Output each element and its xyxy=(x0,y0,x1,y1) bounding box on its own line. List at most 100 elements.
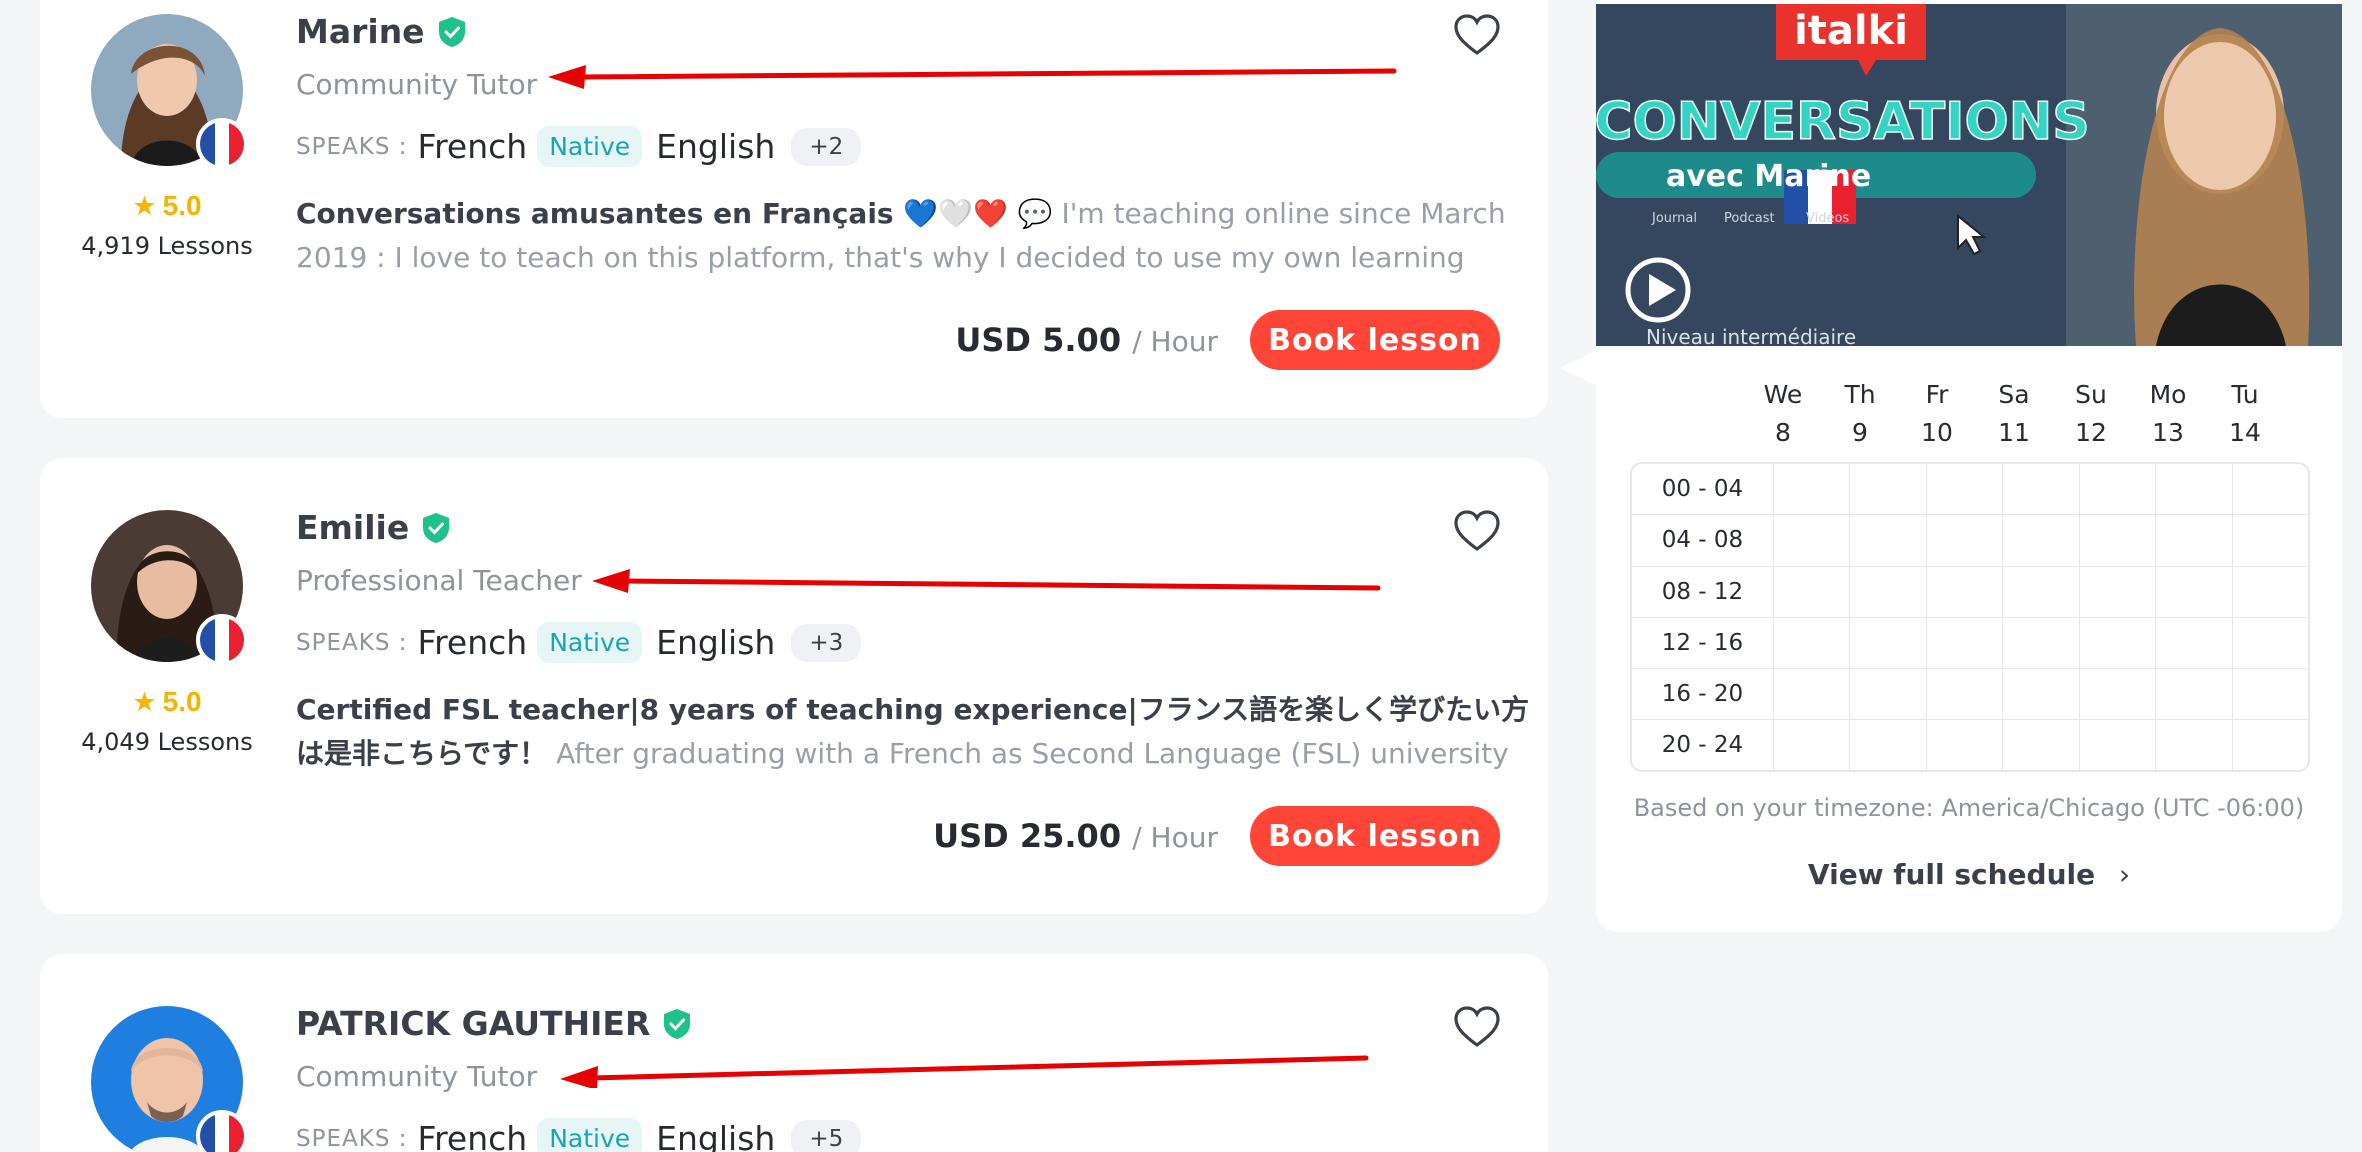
availability-cell[interactable] xyxy=(2002,515,2078,566)
favorite-heart-icon[interactable] xyxy=(1454,1006,1500,1048)
chevron-right-icon: › xyxy=(2118,858,2131,891)
video-subtitle: avec Marine xyxy=(1666,159,1871,194)
intro-video[interactable]: italki CONVERSATIONS avec Marine Journal… xyxy=(1596,4,2342,346)
native-badge: Native xyxy=(537,622,643,663)
availability-cell[interactable] xyxy=(1925,515,2002,566)
tutor-card-patrick[interactable]: PATRICK GAUTHIER Community Tutor SPEAKS … xyxy=(40,954,1548,1152)
availability-cell[interactable] xyxy=(2231,566,2308,617)
availability-cell[interactable] xyxy=(2002,464,2078,515)
availability-cell[interactable] xyxy=(2231,617,2308,669)
red-arrow-annotation xyxy=(592,569,1381,593)
availability-cell[interactable] xyxy=(1925,464,2002,515)
tutor-card-emilie[interactable]: ★ 5.0 4,049 Lessons Emilie Professional T… xyxy=(40,458,1548,914)
availability-cell[interactable] xyxy=(1925,566,2002,617)
availability-cell[interactable] xyxy=(1772,515,1849,566)
availability-cell[interactable] xyxy=(2078,515,2155,566)
time-slot-label: 16 - 20 xyxy=(1661,681,1744,708)
availability-cell[interactable] xyxy=(2155,515,2231,566)
availability-cell[interactable] xyxy=(1849,566,1925,617)
availability-cell[interactable] xyxy=(2002,720,2078,770)
availability-cell[interactable] xyxy=(2078,669,2155,720)
availability-cell[interactable] xyxy=(1925,617,2002,669)
time-slot-label: 08 - 12 xyxy=(1661,578,1744,605)
time-slot-row: 12 - 16 xyxy=(1632,617,2308,670)
availability-cell[interactable] xyxy=(1772,720,1849,770)
tutor-card-marine[interactable]: ★ 5.0 4,919 Lessons Marine Community Tuto… xyxy=(40,0,1548,418)
verified-badge-icon xyxy=(438,16,465,47)
video-tag-journal: Journal xyxy=(1651,211,1697,226)
day-header: We 8 xyxy=(1763,380,1803,447)
availability-cell[interactable] xyxy=(2078,617,2155,669)
availability-cell[interactable] xyxy=(1925,720,2002,770)
availability-cell[interactable] xyxy=(1849,669,1925,720)
time-slot-label: 04 - 08 xyxy=(1661,527,1744,554)
availability-cell[interactable] xyxy=(1849,617,1925,669)
speaks-label: SPEAKS : xyxy=(296,1125,408,1152)
availability-cell[interactable] xyxy=(2002,617,2078,669)
availability-cell[interactable] xyxy=(2155,720,2231,770)
tutor-name[interactable]: Emilie xyxy=(296,508,409,547)
day-header: Fr 10 xyxy=(1921,380,1953,447)
tutor-role: Community Tutor xyxy=(296,1060,538,1093)
more-languages-chip[interactable]: +5 xyxy=(791,1119,862,1152)
time-slot-row: 16 - 20 xyxy=(1632,669,2308,721)
video-title: CONVERSATIONS xyxy=(1596,92,2090,152)
more-languages-chip[interactable]: +2 xyxy=(791,127,862,166)
language-french: French xyxy=(417,1119,528,1152)
availability-cell[interactable] xyxy=(1772,566,1849,617)
availability-cell[interactable] xyxy=(1925,669,2002,720)
availability-cell[interactable] xyxy=(1849,464,1925,515)
availability-cell[interactable] xyxy=(1772,617,1849,669)
panel-pointer xyxy=(1560,350,1598,386)
rating: ★ 5.0 xyxy=(132,686,202,717)
availability-cell[interactable] xyxy=(2155,464,2231,515)
native-badge: Native xyxy=(537,126,643,167)
availability-cell[interactable] xyxy=(2155,566,2231,617)
availability-cell[interactable] xyxy=(2231,720,2308,770)
view-full-schedule-link[interactable]: View full schedule › xyxy=(1596,858,2342,891)
red-arrow-annotation xyxy=(560,1055,1369,1088)
time-slot-label: 12 - 16 xyxy=(1661,629,1744,656)
availability-cell[interactable] xyxy=(1772,669,1849,720)
day-header: Mo 13 xyxy=(2149,380,2187,447)
france-flag-icon xyxy=(196,1110,248,1152)
language-english: English xyxy=(656,127,776,166)
availability-cell[interactable] xyxy=(1849,720,1925,770)
availability-cell[interactable] xyxy=(1849,515,1925,566)
availability-cell[interactable] xyxy=(2078,464,2155,515)
time-slot-label: 00 - 04 xyxy=(1661,476,1744,502)
native-badge: Native xyxy=(537,1118,643,1152)
tutor-name[interactable]: PATRICK GAUTHIER xyxy=(296,1004,650,1043)
verified-badge-icon xyxy=(664,1008,691,1039)
language-french: French xyxy=(417,127,528,166)
tutor-name[interactable]: Marine xyxy=(296,12,425,51)
availability-cell[interactable] xyxy=(2231,515,2308,566)
speaks-label: SPEAKS : xyxy=(296,133,408,160)
favorite-heart-icon[interactable] xyxy=(1454,14,1500,56)
day-header: Su 12 xyxy=(2075,380,2107,447)
day-header: Th 9 xyxy=(1844,380,1876,447)
availability-cell[interactable] xyxy=(2078,720,2155,770)
availability-cell[interactable] xyxy=(2002,566,2078,617)
availability-cell[interactable] xyxy=(2231,669,2308,720)
tutor-description[interactable]: Conversations amusantes en Français 💙🤍❤️… xyxy=(296,192,1546,280)
book-lesson-button[interactable]: Book lesson xyxy=(1250,310,1500,370)
availability-cell[interactable] xyxy=(2155,669,2231,720)
more-languages-chip[interactable]: +3 xyxy=(791,623,862,662)
favorite-heart-icon[interactable] xyxy=(1454,510,1500,552)
availability-cell[interactable] xyxy=(2155,617,2231,669)
availability-cell[interactable] xyxy=(2078,566,2155,617)
time-slot-label: 20 - 24 xyxy=(1661,732,1744,759)
availability-cell[interactable] xyxy=(2231,464,2308,515)
video-tag-podcast: Podcast xyxy=(1724,211,1775,226)
france-flag-icon xyxy=(196,118,248,170)
availability-cell[interactable] xyxy=(1772,464,1849,515)
day-header: Tu 14 xyxy=(2229,380,2261,447)
book-lesson-button[interactable]: Book lesson xyxy=(1250,806,1500,866)
availability-cell[interactable] xyxy=(2002,669,2078,720)
video-brand: italki xyxy=(1794,8,1908,54)
verified-badge-icon xyxy=(423,512,450,543)
language-english: English xyxy=(656,1119,776,1152)
france-flag-icon xyxy=(196,614,248,666)
tutor-description[interactable]: Certified FSL teacher|8 years of teachin… xyxy=(296,688,1546,776)
